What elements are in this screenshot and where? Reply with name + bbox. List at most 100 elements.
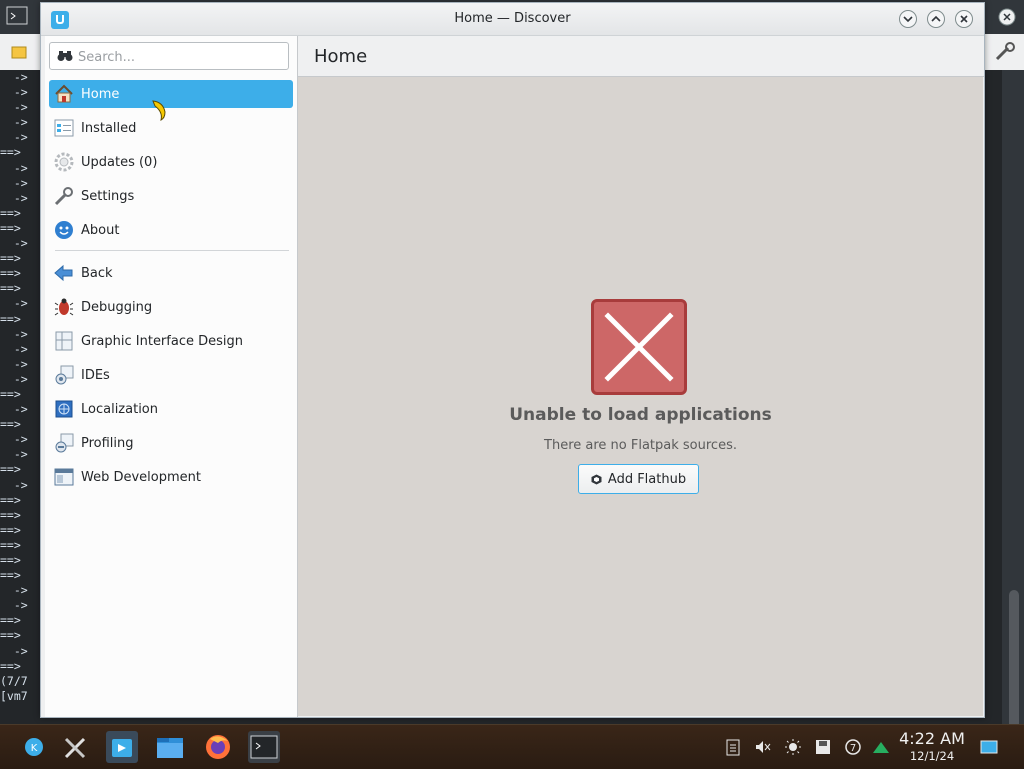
- terminal-line: ==>: [0, 311, 28, 326]
- system-settings-icon[interactable]: [60, 731, 92, 763]
- terminal-line: ->: [0, 85, 28, 100]
- terminal-line: ==>: [0, 613, 28, 628]
- sidebar-item-label: IDEs: [81, 367, 110, 383]
- terminal-line: ==>: [0, 492, 28, 507]
- sidebar-item-label: Debugging: [81, 299, 153, 315]
- window-title: Home — Discover: [454, 11, 571, 26]
- sidebar-item-localization[interactable]: Localization: [49, 395, 293, 423]
- volume-muted-icon[interactable]: [754, 738, 772, 756]
- sidebar-item-label: Installed: [81, 120, 137, 136]
- content-header: Home: [298, 36, 984, 77]
- sidebar-item-home[interactable]: Home: [49, 80, 293, 108]
- new-tab-icon[interactable]: [10, 42, 28, 60]
- terminal-icon[interactable]: [248, 731, 280, 763]
- terminal-line: ==>: [0, 417, 28, 432]
- settings-icon: [53, 185, 75, 207]
- minimize-button[interactable]: [899, 10, 917, 28]
- chevron-up-icon: [931, 15, 941, 22]
- terminal-line: ==>: [0, 145, 28, 160]
- sidebar-item-installed[interactable]: Installed: [49, 114, 293, 142]
- sidebar-divider: [55, 250, 289, 251]
- discover-icon[interactable]: [106, 731, 138, 763]
- show-desktop-icon[interactable]: [980, 738, 998, 756]
- svg-text:7: 7: [850, 743, 856, 754]
- terminal-line: ->: [0, 432, 28, 447]
- sidebar-item-updates[interactable]: Updates (0): [49, 148, 293, 176]
- terminal-scrollbar[interactable]: [1002, 70, 1024, 724]
- sidebar-item-graphic-interface-design[interactable]: Graphic Interface Design: [49, 327, 293, 355]
- terminal-line: ->: [0, 598, 28, 613]
- terminal-line: ->: [0, 643, 28, 658]
- terminal-line: ->: [0, 447, 28, 462]
- error-subtitle: There are no Flatpak sources.: [544, 438, 737, 453]
- clock-date[interactable]: 12/1/24: [888, 749, 976, 763]
- terminal-line: ->: [0, 583, 28, 598]
- terminal-line: (7/7: [0, 673, 28, 688]
- storage-icon[interactable]: [814, 738, 832, 756]
- terminal-line: ->: [0, 70, 28, 84]
- terminal-line: ->: [0, 130, 28, 145]
- page-title: Home: [314, 46, 368, 67]
- terminal-output: -> -> -> -> -> ==> -> -> -> ==> ==> -> ==> …: [0, 70, 44, 704]
- discover-window: Home — Discover Home: [40, 2, 985, 718]
- file-manager-icon[interactable]: [154, 731, 186, 763]
- firefox-icon[interactable]: [202, 731, 234, 763]
- updates-tray-icon[interactable]: 7: [844, 738, 862, 756]
- sidebar-item-label: Profiling: [81, 435, 134, 451]
- terminal-line: ==>: [0, 522, 28, 537]
- terminal-line: ==>: [0, 205, 28, 220]
- terminal-line: ==>: [0, 658, 28, 673]
- sidebar-item-ides[interactable]: IDEs: [49, 361, 293, 389]
- busy-cursor-icon: [152, 100, 166, 121]
- installed-icon: [53, 117, 75, 139]
- updates-icon: [53, 151, 75, 173]
- sidebar-item-debugging[interactable]: Debugging: [49, 293, 293, 321]
- terminal-line: ==>: [0, 568, 28, 583]
- terminal-line: ==>: [0, 507, 28, 522]
- svg-text:K: K: [31, 743, 38, 754]
- terminal-close-icon[interactable]: [998, 8, 1016, 26]
- chevron-down-icon: [903, 16, 913, 23]
- add-flathub-button[interactable]: Add Flathub: [578, 464, 699, 494]
- terminal-line: ==>: [0, 251, 28, 266]
- terminal-line: ->: [0, 356, 28, 371]
- window-titlebar[interactable]: Home — Discover: [41, 3, 984, 36]
- sidebar-item-profiling[interactable]: Profiling: [49, 429, 293, 457]
- application-launcher-icon[interactable]: K: [18, 731, 50, 763]
- search-box[interactable]: [49, 42, 289, 70]
- terminal-scroll-thumb[interactable]: [1009, 590, 1019, 724]
- sidebar-item-about[interactable]: About: [49, 216, 293, 244]
- terminal-line: [vm7: [0, 688, 28, 703]
- terminal-line: ->: [0, 326, 28, 341]
- add-flathub-label: Add Flathub: [607, 471, 687, 487]
- terminal-line: ->: [0, 236, 28, 251]
- sidebar-item-label: Settings: [81, 188, 135, 204]
- clipboard-icon[interactable]: [724, 738, 742, 756]
- profiling-icon: [53, 432, 75, 454]
- terminal-line: ->: [0, 115, 28, 130]
- interface-design-icon: [53, 330, 75, 352]
- sidebar-item-label: Web Development: [81, 469, 201, 485]
- sidebar-item-back[interactable]: Back: [49, 259, 293, 287]
- terminal-line: ==>: [0, 628, 28, 643]
- close-icon: [960, 15, 968, 23]
- sidebar-item-label: Back: [81, 265, 113, 281]
- brightness-icon[interactable]: [784, 738, 802, 756]
- sidebar-item-label: Localization: [81, 401, 158, 417]
- flathub-package-icon: [591, 474, 602, 484]
- terminal-line: ==>: [0, 462, 28, 477]
- tools-icon[interactable]: [994, 42, 1016, 62]
- home-icon: [53, 83, 75, 105]
- sidebar-item-web-development[interactable]: Web Development: [49, 463, 293, 491]
- terminal-line: ==>: [0, 386, 28, 401]
- maximize-button[interactable]: [927, 10, 945, 28]
- localization-icon: [53, 398, 75, 420]
- terminal-line: ->: [0, 100, 28, 115]
- clock-time[interactable]: 4:22 AM: [888, 729, 976, 748]
- ide-icon: [53, 364, 75, 386]
- close-button[interactable]: [955, 10, 973, 28]
- sidebar-item-label: Updates (0): [81, 154, 158, 170]
- search-input[interactable]: [76, 46, 285, 68]
- sidebar-item-settings[interactable]: Settings: [49, 182, 293, 210]
- sidebar: Home Installed Updates (0) Settings Abou…: [45, 36, 298, 717]
